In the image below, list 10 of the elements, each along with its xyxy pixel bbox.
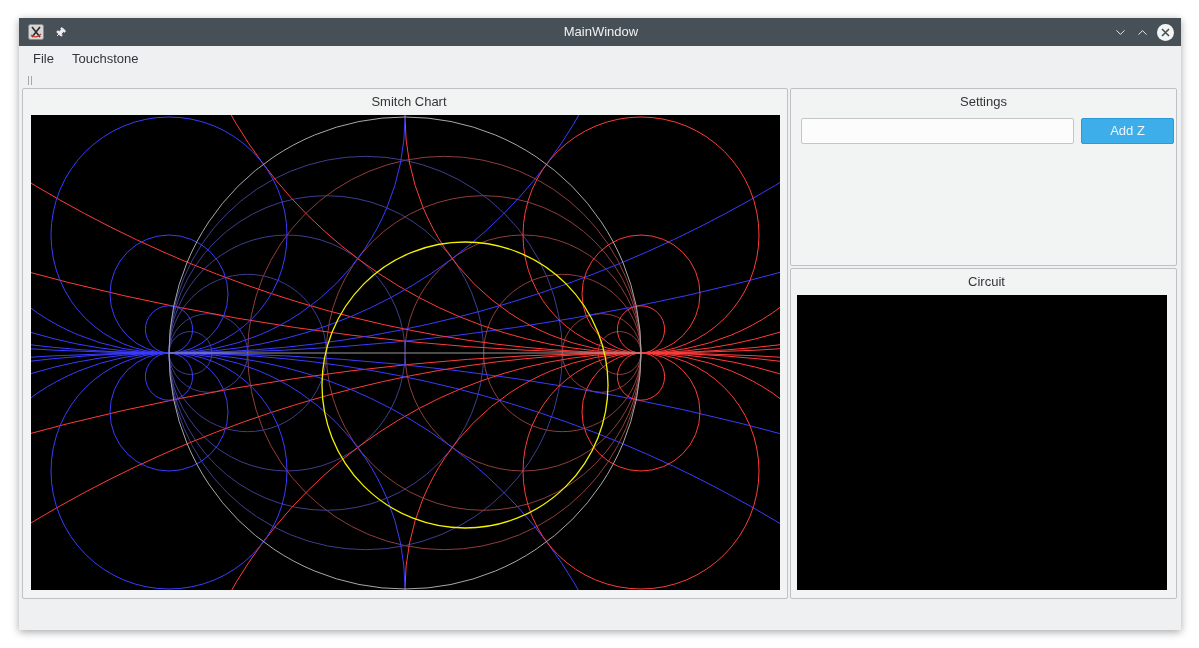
panel-title: Circuit (968, 274, 1005, 290)
menu-item[interactable]: Touchstone (64, 51, 146, 67)
app-logo-icon (28, 24, 44, 40)
input-field[interactable] (801, 118, 1074, 144)
panel-title: Smitch Chart (371, 94, 447, 110)
close-icon[interactable] (1157, 23, 1174, 41)
window-title: MainWindow (563, 24, 639, 40)
panel-title: Settings (960, 94, 1007, 110)
grip-icon[interactable] (28, 75, 32, 85)
menu-item[interactable]: File (26, 51, 61, 67)
